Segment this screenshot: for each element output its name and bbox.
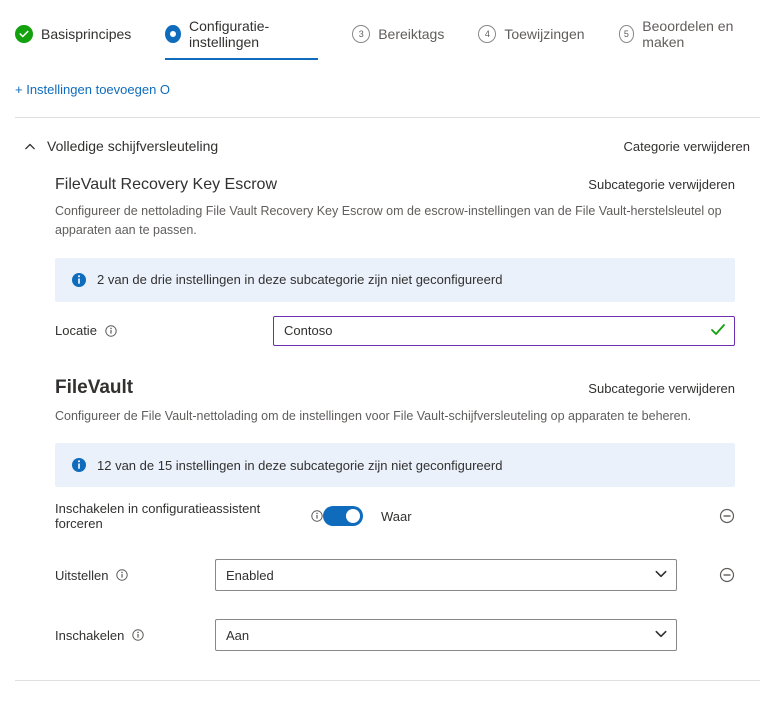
step-number-icon: 4 xyxy=(478,25,496,43)
dot-active-icon xyxy=(165,25,181,43)
select-value: Enabled xyxy=(226,568,274,583)
field-label: Uitstellen xyxy=(55,568,215,583)
remove-setting-icon[interactable] xyxy=(719,567,735,583)
subcategory-title: FileVault Recovery Key Escrow xyxy=(55,176,277,194)
wizard-stepper: Basisprincipes Configuratie-instellingen… xyxy=(0,0,775,72)
add-settings-link[interactable]: + Instellingen toevoegen O xyxy=(0,72,775,117)
subcategory-header: FileVault Subcategorie verwijderen xyxy=(55,365,735,403)
field-force-enable: Inschakelen in configuratieassistent for… xyxy=(55,487,735,545)
info-icon xyxy=(71,457,87,473)
step-label: Bereiktags xyxy=(378,26,444,42)
step-config-settings[interactable]: Configuratie-instellingen xyxy=(165,18,318,60)
defer-select[interactable]: Enabled xyxy=(215,559,677,591)
divider xyxy=(15,680,760,681)
step-number-icon: 5 xyxy=(619,25,635,43)
category-section: Volledige schijfversleuteling Categorie … xyxy=(0,128,775,696)
location-input[interactable]: Contoso xyxy=(273,316,735,346)
label-text: Locatie xyxy=(55,323,97,338)
check-icon xyxy=(15,25,33,43)
subcategory-description: Configureer de File Vault-nettolading om… xyxy=(55,407,735,426)
step-assignments[interactable]: 4 Toewijzingen xyxy=(478,25,584,53)
info-icon[interactable] xyxy=(105,325,117,337)
subcategory-filevault: FileVault Subcategorie verwijderen Confi… xyxy=(15,365,760,671)
remove-subcategory-link[interactable]: Subcategorie verwijderen xyxy=(588,177,735,192)
label-text: Inschakelen xyxy=(55,628,124,643)
subcategory-title: FileVault xyxy=(55,377,133,399)
chevron-down-icon xyxy=(654,567,668,584)
field-enable: Inschakelen Aan xyxy=(55,605,735,665)
field-defer: Uitstellen Enabled xyxy=(55,545,735,605)
info-message: 12 van de 15 instellingen in deze subcat… xyxy=(97,458,502,473)
step-number-icon: 3 xyxy=(352,25,370,43)
info-bar: 12 van de 15 instellingen in deze subcat… xyxy=(55,443,735,487)
enable-select[interactable]: Aan xyxy=(215,619,677,651)
chevron-down-icon xyxy=(654,627,668,644)
step-label: Beoordelen en maken xyxy=(642,18,760,50)
remove-category-link[interactable]: Categorie verwijderen xyxy=(624,139,750,154)
chevron-up-icon[interactable] xyxy=(25,141,35,151)
input-value: Contoso xyxy=(284,323,332,338)
field-label: Locatie xyxy=(55,323,273,338)
subcategory-description: Configureer de nettolading File Vault Re… xyxy=(55,202,735,240)
category-title: Volledige schijfversleuteling xyxy=(47,138,218,154)
remove-setting-icon[interactable] xyxy=(719,508,735,524)
select-value: Aan xyxy=(226,628,249,643)
info-message: 2 van de drie instellingen in deze subca… xyxy=(97,272,502,287)
add-settings-label: + Instellingen toevoegen O xyxy=(15,82,170,97)
info-icon[interactable] xyxy=(116,569,128,581)
field-label: Inschakelen in configuratieassistent for… xyxy=(55,501,323,531)
label-text: Inschakelen in configuratieassistent for… xyxy=(55,501,303,531)
subcategory-header: FileVault Recovery Key Escrow Subcategor… xyxy=(55,164,735,198)
step-label: Basisprincipes xyxy=(41,26,131,42)
divider xyxy=(15,117,760,118)
info-icon[interactable] xyxy=(311,510,323,522)
field-label: Inschakelen xyxy=(55,628,215,643)
info-icon xyxy=(71,272,87,288)
info-bar: 2 van de drie instellingen in deze subca… xyxy=(55,258,735,302)
step-review-create[interactable]: 5 Beoordelen en maken xyxy=(619,18,760,60)
step-label: Configuratie-instellingen xyxy=(189,18,318,50)
toggle-value-text: Waar xyxy=(381,509,412,524)
step-scope-tags[interactable]: 3 Bereiktags xyxy=(352,25,444,53)
toggle-knob xyxy=(346,509,360,523)
subcategory-escrow: FileVault Recovery Key Escrow Subcategor… xyxy=(15,164,760,365)
label-text: Uitstellen xyxy=(55,568,108,583)
remove-subcategory-link[interactable]: Subcategorie verwijderen xyxy=(588,381,735,396)
category-header: Volledige schijfversleuteling Categorie … xyxy=(15,128,760,164)
step-label: Toewijzingen xyxy=(504,26,584,42)
field-location: Locatie Contoso xyxy=(55,302,735,360)
checkmark-icon xyxy=(710,322,726,341)
step-basics[interactable]: Basisprincipes xyxy=(15,25,131,53)
force-enable-toggle[interactable] xyxy=(323,506,363,526)
info-icon[interactable] xyxy=(132,629,144,641)
